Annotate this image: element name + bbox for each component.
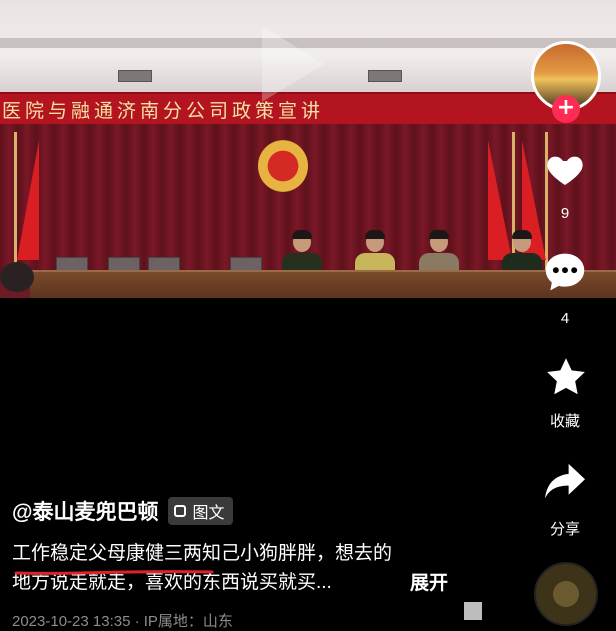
author-name[interactable]: @泰山麦兜巴顿 — [12, 496, 158, 526]
heart-icon[interactable] — [545, 150, 585, 190]
air-vent — [118, 70, 152, 82]
post-type-tag: 图文 — [168, 497, 233, 525]
music-disc-icon[interactable] — [534, 562, 598, 626]
comment-icon[interactable] — [543, 250, 587, 294]
share-icon[interactable] — [542, 462, 588, 502]
image-text-icon — [174, 505, 187, 517]
follow-button[interactable]: + — [552, 95, 580, 123]
air-vent — [368, 70, 402, 82]
red-underline-annotation — [14, 570, 214, 575]
comment-count: 4 — [560, 310, 570, 327]
favorite-label: 收藏 — [549, 413, 580, 430]
author-row: @泰山麦兜巴顿 图文 — [12, 496, 233, 526]
audience-head — [0, 262, 34, 292]
national-emblem — [258, 140, 308, 192]
play-icon[interactable] — [262, 26, 324, 102]
post-meta: 2023-10-23 13:35 · IP属地：山东 — [12, 613, 233, 630]
person — [502, 230, 542, 273]
tag-label: 图文 — [192, 503, 225, 522]
person — [419, 230, 459, 273]
progress-indicator — [464, 602, 482, 620]
expand-button[interactable]: 展开 — [410, 568, 448, 595]
share-label: 分享 — [549, 521, 580, 538]
description-line-1: 工作稳定父母康健三两知己小狗胖胖，想去的 — [12, 543, 393, 564]
like-count: 9 — [560, 205, 570, 222]
flag — [17, 140, 39, 260]
person — [355, 230, 395, 273]
star-icon[interactable] — [544, 355, 588, 399]
video-frame[interactable]: 医院与融通济南分公司政策宣讲 — [0, 0, 616, 298]
meeting-table — [30, 270, 616, 298]
person — [282, 230, 322, 273]
